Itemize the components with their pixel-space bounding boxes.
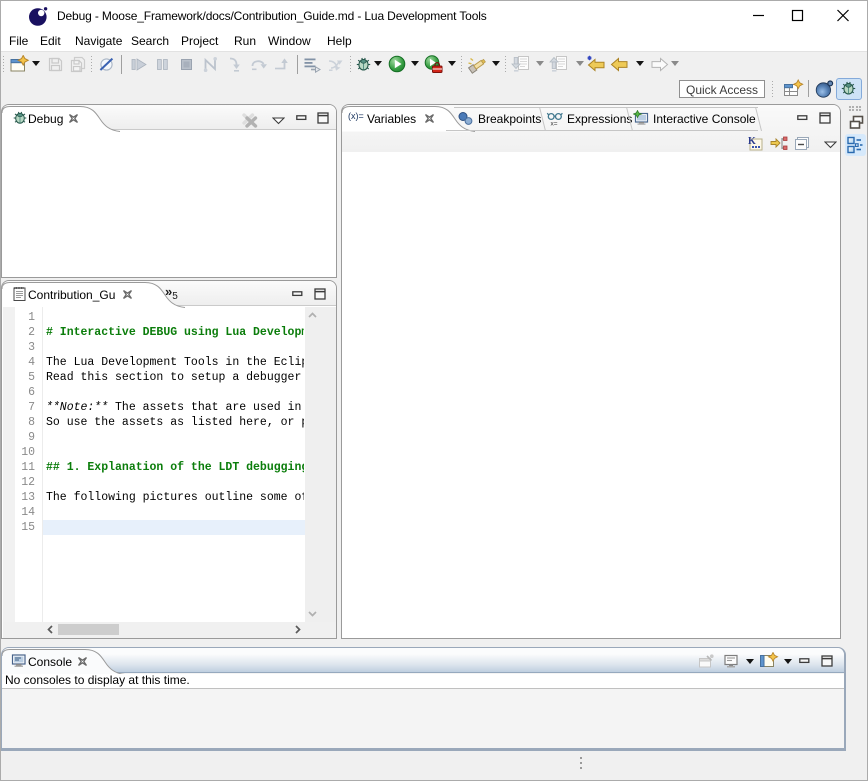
svg-text:x=: x=	[551, 121, 558, 128]
svg-text:K: K	[748, 136, 756, 147]
